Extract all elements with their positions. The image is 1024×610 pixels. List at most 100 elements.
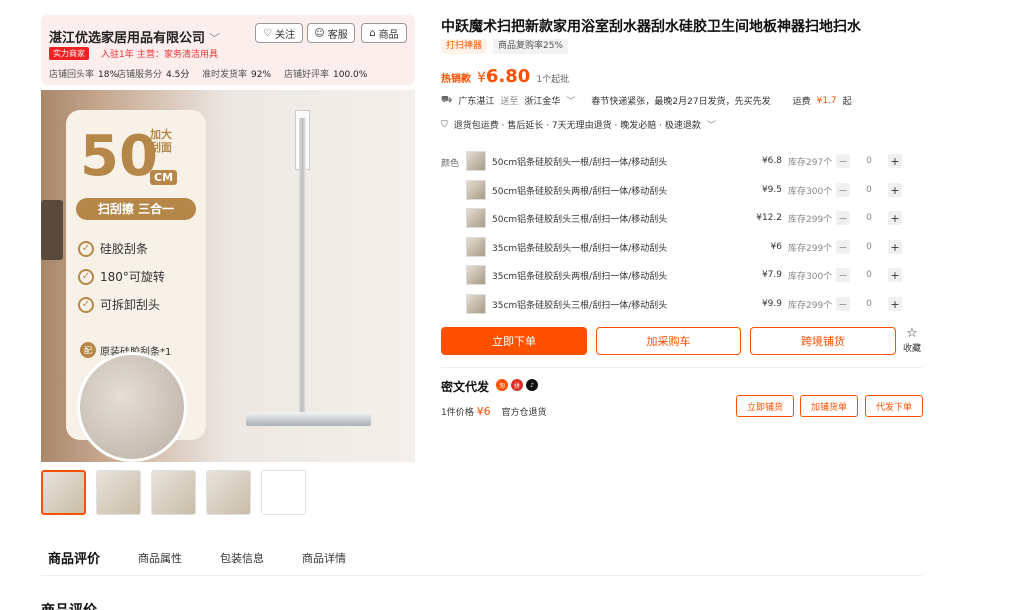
main-product-image[interactable]: 50 加大 刮面 CM 扫刮擦 三合一 ✓ 硅胶刮条 ✓ 180°可旋转 ✓ 可拆卸刮头… [41,90,415,462]
thumbnail[interactable] [96,470,141,515]
shipping-row: ⛟ 广东湛江 送至 浙江金华 ﹀ 春节快递紧张，最晚2月27日发货，先买先发 运… [441,94,852,107]
sku-row: 50cm铝条硅胶刮头三根/刮扫一体/移动刮头 ¥12.2 库存299个 − 0 … [466,208,916,228]
sku-thumbnail[interactable] [466,265,486,285]
shop-main-category: 主营：家务清洁用具 [137,50,219,60]
sku-name: 50cm铝条硅胶刮头一根/刮扫一体/移动刮头 [492,157,668,168]
chevron-down-icon[interactable]: ﹀ [209,32,220,45]
quantity-value[interactable]: 0 [850,242,888,252]
customer-service-button[interactable]: ☺ 客服 [307,23,355,43]
product-title: 中跃魔术扫把新款家用浴室刮水器刮水硅胶卫生间地板神器扫地扫水 [441,19,861,35]
price-row: 热销款 ¥6.80 1个起批 [441,66,569,87]
quantity-value[interactable]: 0 [850,270,888,280]
add-distribution-button[interactable]: 加铺货单 [800,395,858,417]
dropship-order-button[interactable]: 代发下单 [865,395,923,417]
quantity-value[interactable]: 0 [850,185,888,195]
quantity-value[interactable]: 0 [850,156,888,166]
ship-note: 春节快递紧张，最晚2月27日发货，先买先发 [591,97,771,107]
shop-name[interactable]: 湛江优选家居用品有限公司 ﹀ [49,27,220,46]
quantity-value[interactable]: 0 [850,213,888,223]
sku-stock: 库存299个 [788,300,833,311]
sku-price: ¥6.8 [761,156,782,166]
minus-button[interactable]: − [836,183,850,197]
plus-button[interactable]: + [888,211,902,225]
sku-price: ¥9.5 [761,185,782,195]
minus-button[interactable]: − [836,297,850,311]
sku-thumbnail[interactable] [466,180,486,200]
freight-value: ¥1.7 [816,95,837,106]
sku-stock: 库存297个 [788,157,833,168]
chevron-down-icon[interactable]: ﹀ [566,94,575,107]
plus-button[interactable]: + [888,154,902,168]
sku-name: 50cm铝条硅胶刮头三根/刮扫一体/移动刮头 [492,214,668,225]
thumbnail[interactable] [206,470,251,515]
feature-item: ✓ 可拆卸刮头 [78,296,160,313]
shop-card: 湛江优选家居用品有限公司 ﹀ ♡ 关注 ☺ 客服 ⌂ 商品 实力商家 入驻1年 主营：家… [41,15,415,85]
stat-return: 店铺回头率 18% [49,70,119,80]
quantity-value[interactable]: 0 [850,299,888,309]
shop-stats: 店铺回头率 18% 店铺服务分 4.5分 准时发货率 92% 店铺好评率 100.0% [49,67,367,80]
feature-item: ✓ 硅胶刮条 [78,240,148,257]
repurchase-tag: 商品复购率25% [493,39,569,54]
cm-badge: CM [150,170,178,185]
sku-name: 35cm铝条硅胶刮头三根/刮扫一体/移动刮头 [492,300,668,311]
minus-button[interactable]: − [836,268,850,282]
sku-price: ¥7.9 [761,270,782,280]
sku-thumbnail[interactable] [466,294,486,314]
thumbnail[interactable] [151,470,196,515]
plus-button[interactable]: + [888,240,902,254]
star-icon: ☆ [906,326,918,341]
plus-button[interactable]: + [888,183,902,197]
sku-row: 35cm铝条硅胶刮头三根/刮扫一体/移动刮头 ¥9.9 库存299个 − 0 + [466,294,916,314]
thumbnail[interactable] [261,470,306,515]
chat-icon: ☺ [314,27,325,39]
ship-to[interactable]: 浙江金华 [524,94,560,107]
add-to-cart-button[interactable]: 加采购车 [596,327,741,355]
thumbnail-strip [41,470,306,515]
minus-button[interactable]: − [836,240,850,254]
dropship-info: 1件价格 ¥6 官方仓退货 [441,405,547,418]
product-tag[interactable]: 打扫神器 [441,39,488,54]
platform-icons: 淘 拼 ♪ [496,379,538,391]
truck-icon: ⛟ [441,95,453,105]
price-label: 热销款 [441,74,471,85]
sku-row: 35cm铝条硅胶刮头一根/刮扫一体/移动刮头 ¥6 库存299个 − 0 + [466,237,916,257]
guarantee-text: 退货包运费 · 售后延长 · 7天无理由退货 · 晚发必赔 · 极速退款 [453,121,701,131]
plus-button[interactable]: + [888,268,902,282]
tab-details[interactable]: 商品详情 [302,550,346,566]
minus-button[interactable]: − [836,154,850,168]
sku-thumbnail[interactable] [466,208,486,228]
sku-row: 50cm铝条硅胶刮头两根/刮扫一体/移动刮头 ¥9.5 库存300个 − 0 + [466,180,916,200]
shop-goods-button[interactable]: ⌂ 商品 [361,23,407,43]
sku-row: 50cm铝条硅胶刮头一根/刮扫一体/移动刮头 ¥6.8 库存297个 − 0 + [466,151,916,171]
store-icon: ⌂ [369,27,376,39]
thumbnail[interactable] [41,470,86,515]
buy-now-button[interactable]: 立即下单 [441,327,587,355]
tab-reviews[interactable]: 商品评价 [48,548,100,567]
chevron-down-icon[interactable]: ﹀ [707,118,716,131]
heart-icon: ♡ [263,27,272,39]
plus-button[interactable]: + [888,297,902,311]
stat-ontime: 准时发货率 92% [202,70,272,80]
distribute-now-button[interactable]: 立即铺货 [736,395,794,417]
follow-button[interactable]: ♡ 关注 [255,23,303,43]
tab-packaging[interactable]: 包装信息 [220,550,264,566]
shield-icon: ⛉ [441,119,448,130]
mop-pole [299,118,306,418]
cross-border-button[interactable]: 跨境铺货 [750,327,896,355]
guarantee-row[interactable]: ⛉ 退货包运费 · 售后延长 · 7天无理由退货 · 晚发必赔 · 极速退款 ﹀ [441,118,716,132]
sku-thumbnail[interactable] [466,237,486,257]
sku-name: 50cm铝条硅胶刮头两根/刮扫一体/移动刮头 [492,186,668,197]
currency: ¥ [477,70,486,86]
sku-thumbnail[interactable] [466,151,486,171]
favorite-button[interactable]: ☆ 收藏 [903,326,921,355]
reviews-heading: 商品评价 [41,600,97,610]
sku-name: 35cm铝条硅胶刮头两根/刮扫一体/移动刮头 [492,271,668,282]
sku-stock: 库存300个 [788,271,833,282]
minus-button[interactable]: − [836,211,850,225]
tab-attributes[interactable]: 商品属性 [138,550,182,566]
sku-stock: 库存299个 [788,214,833,225]
sku-price: ¥12.2 [756,213,782,223]
size-number: 50 [80,124,158,189]
taobao-icon: 淘 [496,379,508,391]
stat-rating: 店铺好评率 100.0% [284,70,368,80]
